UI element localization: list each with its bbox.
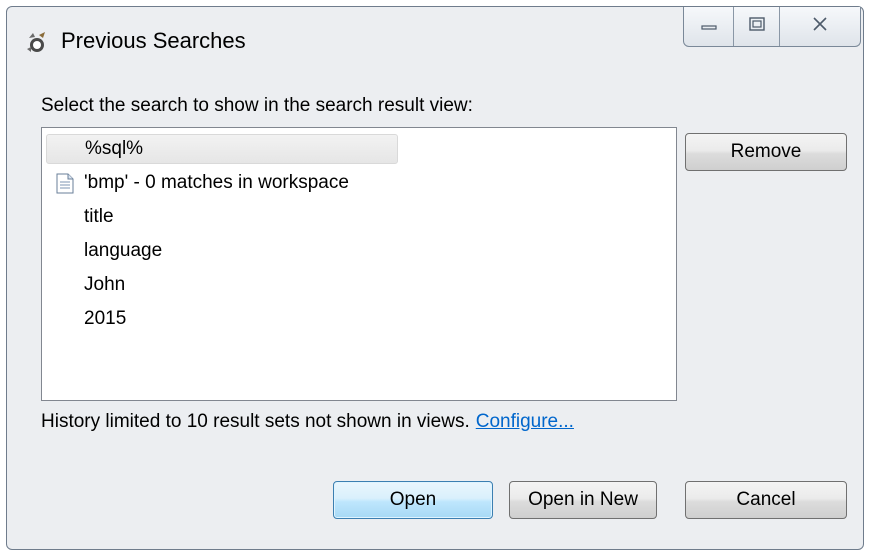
maximize-icon (748, 16, 766, 37)
minimize-icon (700, 18, 718, 36)
window-title: Previous Searches (61, 28, 246, 53)
list-item-label: language (84, 240, 163, 261)
open-in-new-button[interactable]: Open in New (509, 481, 657, 519)
close-icon (810, 16, 830, 37)
configure-link[interactable]: Configure... (476, 411, 574, 432)
minimize-button[interactable] (684, 7, 734, 46)
maximize-button[interactable] (734, 7, 780, 46)
history-limit-text: History limited to 10 result sets not sh… (41, 411, 470, 432)
list-item-label: %sql% (85, 138, 144, 159)
history-info: History limited to 10 result sets not sh… (41, 411, 574, 433)
list-item[interactable]: 2015 (46, 304, 398, 334)
title-bar[interactable]: Previous Searches (7, 7, 863, 69)
instruction-label: Select the search to show in the search … (41, 95, 473, 116)
list-item-label: title (84, 206, 114, 227)
list-item[interactable]: John (46, 270, 398, 300)
cancel-button[interactable]: Cancel (685, 481, 847, 519)
eclipse-app-icon (23, 29, 51, 57)
list-item[interactable]: 'bmp' - 0 matches in workspace (46, 168, 398, 198)
remove-button[interactable]: Remove (685, 133, 847, 171)
open-button[interactable]: Open (333, 481, 493, 519)
search-result-file-icon (56, 173, 74, 194)
list-item-label: 'bmp' - 0 matches in workspace (84, 172, 349, 193)
list-item[interactable]: %sql% (46, 134, 398, 164)
list-item-label: John (84, 274, 126, 295)
caption-buttons (683, 7, 861, 47)
close-button[interactable] (780, 7, 860, 46)
list-item[interactable]: language (46, 236, 398, 266)
previous-searches-dialog: Previous Searches Select the search to s… (6, 6, 864, 550)
list-item[interactable]: title (46, 202, 398, 232)
list-item-label: 2015 (84, 308, 127, 329)
searches-list[interactable]: %sql% 'bmp' - 0 matches in workspace tit… (41, 127, 677, 401)
